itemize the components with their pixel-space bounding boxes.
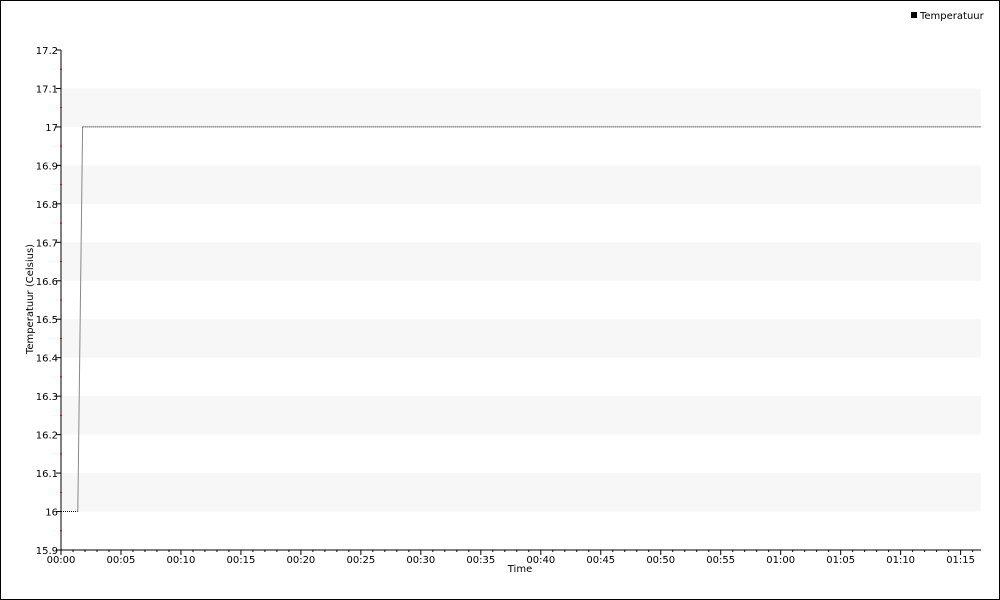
y-tick-label: 17 — [45, 123, 58, 134]
x-tick-label: 00:15 — [227, 555, 256, 566]
x-axis-title: Time — [507, 564, 532, 575]
chart-frame: 15.9 16 16.1 16.2 16.3 16.4 16.5 16.6 16.7 16.8 16… — [0, 0, 1000, 600]
y-tick-label: 16.5 — [36, 315, 58, 326]
x-tick-label: 00:20 — [286, 555, 315, 566]
grid-band — [62, 319, 981, 358]
x-tick-label: 00:10 — [167, 555, 196, 566]
x-tick-label: 01:10 — [886, 555, 915, 566]
legend: Temperatuur — [911, 11, 985, 22]
y-axis-title: Temperatuur (Celsius) — [25, 244, 36, 355]
y-axis-ticks: 15.91616.116.216.316.416.516.616.716.816… — [36, 46, 62, 557]
x-tick-label: 01:00 — [766, 555, 795, 566]
legend-swatch-temperatuur — [911, 12, 917, 18]
grid-band — [62, 396, 981, 435]
grid-bands — [62, 88, 981, 512]
y-tick-label: 16.8 — [36, 200, 58, 211]
x-tick-label: 00:55 — [706, 555, 735, 566]
legend-label-temperatuur: Temperatuur — [919, 11, 985, 22]
x-tick-label: 00:00 — [47, 555, 76, 566]
x-tick-label: 00:30 — [406, 555, 435, 566]
y-tick-label: 16.9 — [36, 161, 58, 172]
grid-band — [62, 165, 981, 204]
y-tick-label: 16 — [45, 508, 58, 519]
x-tick-label: 00:05 — [107, 555, 136, 566]
y-tick-label: 17.2 — [36, 46, 58, 57]
y-tick-label: 16.7 — [36, 238, 58, 249]
grid-band — [62, 242, 981, 281]
y-tick-label: 16.2 — [36, 431, 58, 442]
x-tick-label: 00:35 — [466, 555, 495, 566]
y-tick-label: 17.1 — [36, 84, 58, 95]
y-tick-label: 16.3 — [36, 392, 58, 403]
x-tick-label: 01:05 — [826, 555, 855, 566]
y-tick-label: 16.6 — [36, 277, 58, 288]
grid-band — [62, 473, 981, 512]
x-tick-label: 00:25 — [346, 555, 375, 566]
y-tick-label: 16.1 — [36, 469, 58, 480]
x-tick-label: 01:15 — [946, 555, 975, 566]
grid-band — [62, 88, 981, 127]
x-tick-label: 00:50 — [646, 555, 675, 566]
temperature-chart: 15.91616.116.216.316.416.516.616.716.816… — [25, 11, 985, 575]
x-tick-label: 00:45 — [586, 555, 615, 566]
y-tick-label: 16.4 — [36, 354, 58, 365]
